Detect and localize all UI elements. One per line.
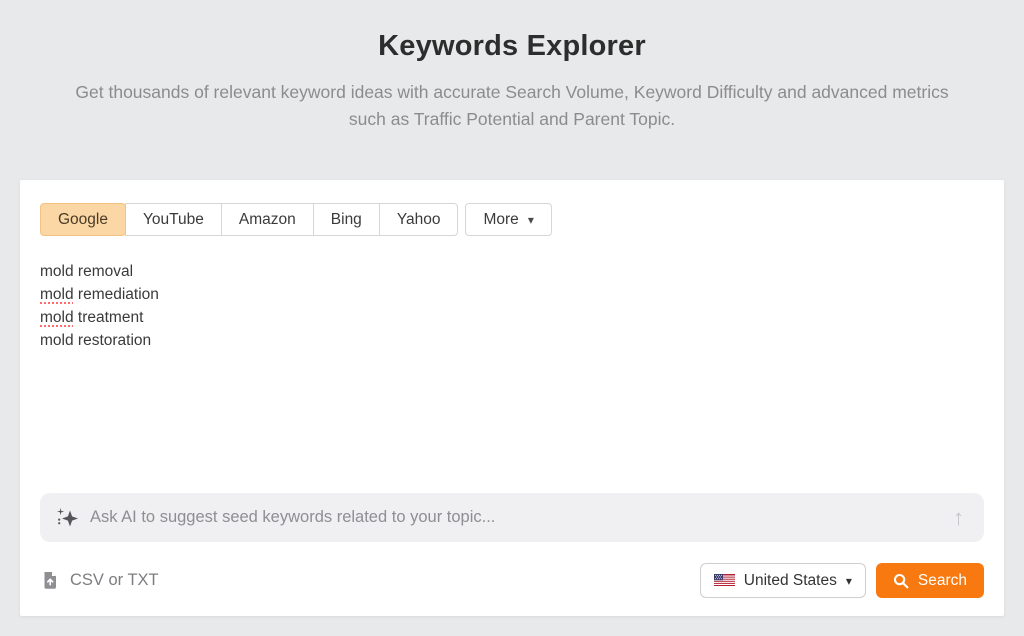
tab-bing[interactable]: Bing: [313, 203, 380, 236]
tab-yahoo[interactable]: Yahoo: [379, 203, 459, 236]
tab-label: Amazon: [239, 211, 296, 229]
tab-label: Google: [58, 211, 108, 229]
tab-amazon[interactable]: Amazon: [221, 203, 314, 236]
footer-actions: United States ▾ Search: [700, 563, 984, 598]
search-button[interactable]: Search: [876, 563, 984, 598]
keyword-line: mold treatment: [40, 306, 984, 329]
upload-csv-txt-button[interactable]: CSV or TXT: [40, 570, 159, 591]
us-flag-icon: [714, 574, 735, 587]
upload-label: CSV or TXT: [70, 571, 159, 590]
ai-input-placeholder: Ask AI to suggest seed keywords related …: [90, 508, 495, 527]
card-footer: CSV or TXT: [40, 563, 984, 598]
keyword-line: mold remediation: [40, 283, 984, 306]
search-engine-tabs: Google YouTube Amazon Bing Yahoo More ▾: [40, 203, 984, 236]
chevron-down-icon: ▾: [528, 214, 534, 226]
tab-label: YouTube: [143, 211, 204, 229]
keywords-explorer-card: Google YouTube Amazon Bing Yahoo More ▾ mold r…: [20, 180, 1004, 616]
arrow-up-icon[interactable]: ↑: [951, 507, 966, 529]
keyword-line: mold restoration: [40, 329, 984, 352]
chevron-down-icon: ▾: [846, 574, 852, 588]
page-subtitle: Get thousands of relevant keyword ideas …: [72, 79, 952, 133]
tab-google[interactable]: Google: [40, 203, 126, 236]
file-upload-icon: [40, 570, 60, 591]
country-selector[interactable]: United States ▾: [700, 563, 866, 598]
keywords-textarea[interactable]: mold removalmold remediationmold treatme…: [40, 260, 984, 493]
sparkles-icon: [56, 507, 78, 529]
tab-label: Yahoo: [397, 211, 441, 229]
tab-more[interactable]: More ▾: [465, 203, 551, 236]
country-label: United States: [744, 572, 837, 590]
search-label: Search: [918, 572, 967, 590]
tab-label: More: [483, 211, 518, 229]
tab-label: Bing: [331, 211, 362, 229]
ai-suggest-input[interactable]: Ask AI to suggest seed keywords related …: [40, 493, 984, 542]
tab-youtube[interactable]: YouTube: [125, 203, 222, 236]
keyword-line: mold removal: [40, 260, 984, 283]
search-icon: [893, 573, 909, 589]
hero-header: Keywords Explorer Get thousands of relev…: [0, 0, 1024, 133]
page-title: Keywords Explorer: [0, 30, 1024, 63]
